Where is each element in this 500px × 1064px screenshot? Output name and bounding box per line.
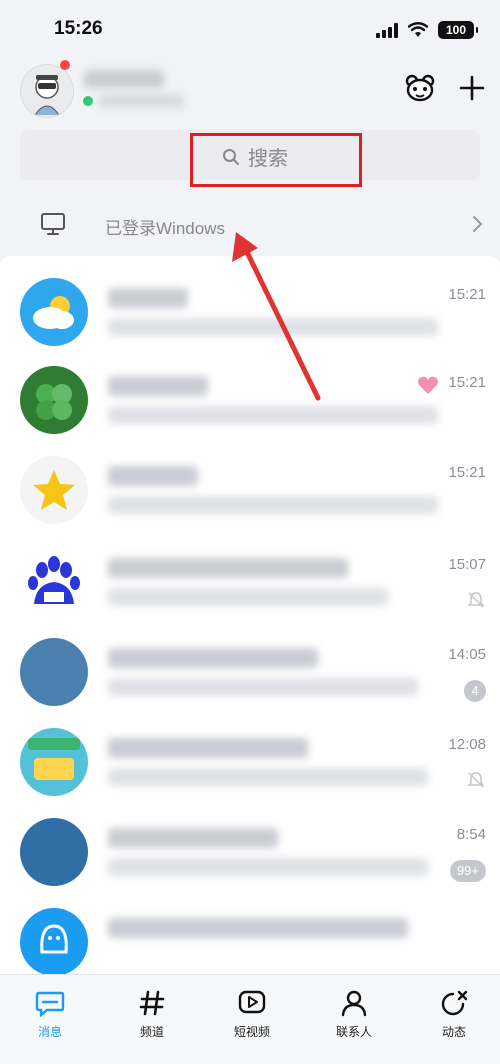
video-play-icon <box>238 990 266 1014</box>
person-icon <box>341 990 367 1017</box>
chat-name-blurred <box>108 918 408 938</box>
chat-item-last[interactable] <box>0 898 500 974</box>
logged-in-device-row[interactable]: 已登录Windows <box>0 196 500 252</box>
monitor-icon <box>41 213 65 235</box>
chat-name-blurred <box>108 288 188 308</box>
wifi-icon <box>408 22 428 37</box>
gift-heart-icon <box>418 376 438 394</box>
baidu-avatar <box>20 548 88 616</box>
weather-avatar <box>20 278 88 346</box>
online-status-dot <box>83 96 93 106</box>
poster-icon <box>28 738 80 780</box>
star-icon <box>33 470 75 510</box>
tab-feed[interactable]: 动态 <box>414 987 494 1040</box>
tab-label: 消息 <box>37 1025 62 1039</box>
chat-preview-blurred <box>108 858 428 876</box>
user-avatar[interactable] <box>20 64 74 118</box>
group-avatar <box>20 638 88 706</box>
chat-time: 15:21 <box>448 374 486 391</box>
header <box>0 56 500 120</box>
tab-label: 联系人 <box>335 1025 372 1039</box>
qzone-avatar <box>20 456 88 524</box>
status-text-blurred <box>98 94 184 108</box>
chat-item-group[interactable]: 14:05 4 <box>0 628 500 718</box>
chat-name-blurred <box>108 828 278 848</box>
chat-preview-blurred <box>108 588 388 606</box>
tab-contacts[interactable]: 联系人 <box>314 987 394 1040</box>
chevron-right-icon <box>473 216 483 232</box>
mute-bell-icon <box>467 772 485 788</box>
cartoon-avatar-icon <box>34 75 60 116</box>
qq-avatar <box>20 908 88 974</box>
signal-icon <box>376 22 398 38</box>
chat-item-baidu[interactable]: 15:07 <box>0 538 500 628</box>
paw-icon <box>28 556 80 604</box>
chat-time: 15:21 <box>448 464 486 481</box>
chat-name-blurred <box>108 648 318 668</box>
search-highlight-box <box>190 133 362 187</box>
chat-item-blue[interactable]: 8:54 99+ <box>0 808 500 898</box>
penguin-icon <box>40 924 68 954</box>
nickname-blurred <box>84 70 164 88</box>
sun-cloud-icon <box>33 296 74 329</box>
chat-time: 12:08 <box>448 736 486 753</box>
chat-item-weather[interactable]: 15:21 <box>0 268 500 358</box>
battery-level: 100 <box>445 23 467 37</box>
mascot-icon[interactable] <box>404 72 436 104</box>
chat-time: 15:21 <box>448 286 486 303</box>
add-icon[interactable] <box>456 72 488 104</box>
notification-dot <box>60 60 70 70</box>
chat-bubble-icon <box>35 991 65 1017</box>
bottom-tab-bar: 消息 频道 短视频 联系人 动态 <box>0 974 500 1064</box>
clover-icon <box>36 384 72 420</box>
clover-avatar <box>20 366 88 434</box>
status-time: 15:26 <box>54 18 103 39</box>
tab-messages[interactable]: 消息 <box>10 987 90 1040</box>
chat-preview-blurred <box>108 318 438 336</box>
chat-item-clover[interactable]: 15:21 <box>0 356 500 446</box>
status-bar: 15:26 100 <box>0 0 500 56</box>
status-icons: 100 <box>376 20 478 40</box>
blue-avatar <box>20 818 88 886</box>
unread-badge: 99+ <box>449 860 486 882</box>
chat-time: 15:07 <box>448 556 486 573</box>
chat-item-poster[interactable]: 12:08 <box>0 718 500 808</box>
refresh-star-icon <box>441 990 468 1016</box>
chat-item-qzone[interactable]: 15:21 <box>0 446 500 536</box>
device-label: 已登录Windows <box>105 219 225 238</box>
tab-label: 动态 <box>441 1025 466 1039</box>
battery-icon: 100 <box>438 21 478 39</box>
chat-preview-blurred <box>108 496 438 514</box>
poster-avatar <box>20 728 88 796</box>
chat-preview-blurred <box>108 678 418 696</box>
chat-preview-blurred <box>108 768 428 786</box>
hashtag-icon <box>139 990 165 1016</box>
tab-channels[interactable]: 频道 <box>112 987 192 1040</box>
tab-label: 频道 <box>139 1025 164 1039</box>
chat-time: 8:54 <box>456 826 486 843</box>
chat-name-blurred <box>108 376 208 396</box>
mute-bell-icon <box>467 592 485 608</box>
unread-badge: 4 <box>464 680 486 702</box>
chat-list: 15:21 15:21 15:21 15:07 14:05 4 12:08 8:… <box>0 256 500 974</box>
tab-short-video[interactable]: 短视频 <box>212 987 292 1040</box>
chat-name-blurred <box>108 738 308 758</box>
chat-preview-blurred <box>108 406 438 424</box>
chat-name-blurred <box>108 558 348 578</box>
chat-name-blurred <box>108 466 198 486</box>
chat-time: 14:05 <box>448 646 486 663</box>
tab-label: 短视频 <box>233 1025 270 1039</box>
